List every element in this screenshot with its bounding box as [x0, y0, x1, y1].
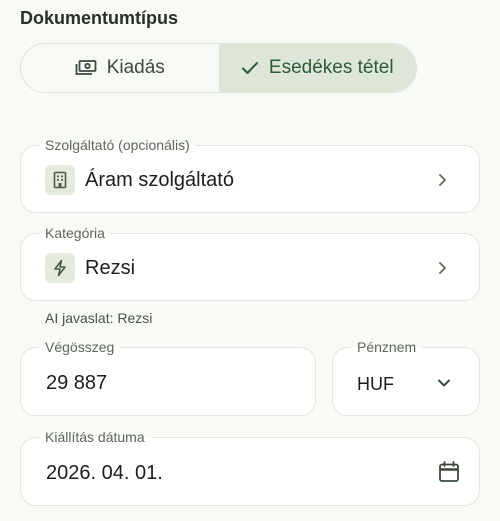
check-icon [241, 61, 259, 75]
due-item-option-label: Esedékes tétel [268, 57, 394, 78]
expense-option[interactable]: Kiadás [21, 44, 219, 92]
chevron-down-icon [437, 376, 451, 390]
lightning-icon [45, 253, 75, 283]
issue-date-label: Kiállítás dátuma [39, 428, 151, 446]
document-type-toggle: Kiadás Esedékes tétel [20, 43, 417, 93]
provider-label: Szolgáltató (opcionális) [39, 136, 196, 154]
cash-icon [75, 60, 97, 76]
provider-field[interactable]: Szolgáltató (opcionális) Áram szolgáltat… [20, 136, 480, 213]
document-type-title: Dokumentumtípus [20, 8, 179, 28]
amount-value[interactable]: 29 887 [46, 371, 107, 395]
currency-value: HUF [357, 374, 394, 394]
amount-field[interactable]: Végösszeg 29 887 [20, 338, 316, 416]
currency-select[interactable]: Pénznem HUF [332, 338, 480, 416]
issue-date-field[interactable]: Kiállítás dátuma 2026. 04. 01. [20, 428, 480, 506]
building-icon [45, 165, 75, 195]
chevron-right-icon [435, 173, 449, 187]
amount-label: Végösszeg [39, 338, 121, 356]
category-label: Kategória [39, 224, 111, 242]
currency-label: Pénznem [351, 338, 423, 356]
issue-date-value: 2026. 04. 01. [46, 462, 163, 484]
expense-option-label: Kiadás [106, 57, 165, 78]
due-item-option[interactable]: Esedékes tétel [218, 44, 416, 92]
ai-suggestion-hint: AI javaslat: Rezsi [45, 310, 153, 326]
category-value: Rezsi [85, 257, 136, 279]
calendar-icon[interactable] [438, 461, 460, 488]
chevron-right-icon [435, 261, 449, 275]
provider-value: Áram szolgáltató [85, 169, 234, 191]
category-field[interactable]: Kategória Rezsi [20, 224, 480, 301]
